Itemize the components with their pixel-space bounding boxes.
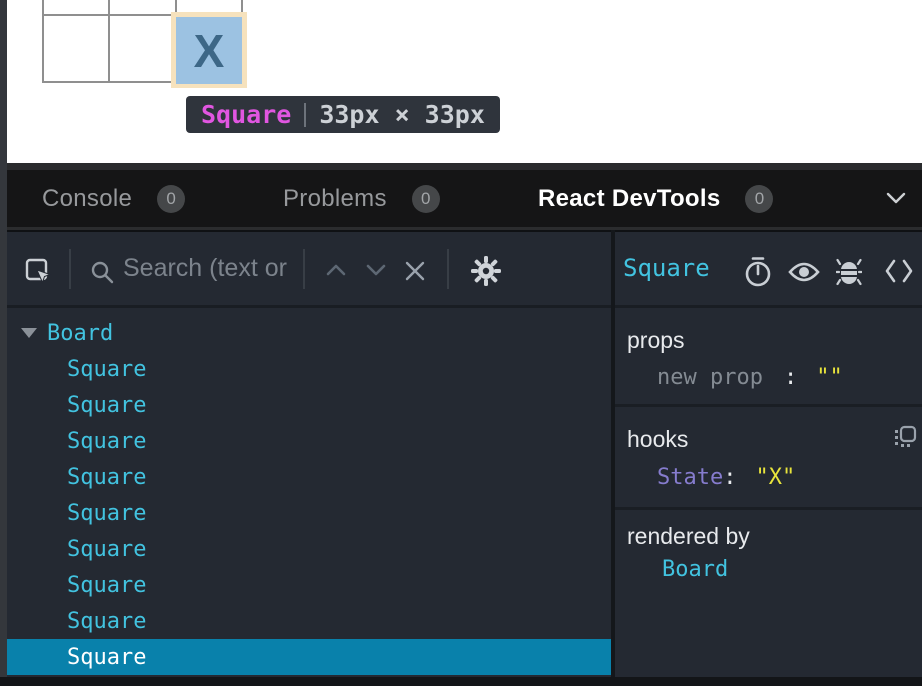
tree-row[interactable]: Square (7, 387, 611, 423)
rendered-by-row[interactable]: Board (662, 557, 728, 582)
problems-count-badge: 0 (412, 185, 440, 213)
tree-row[interactable]: Square (7, 531, 611, 567)
rendered-by-owner[interactable]: Board (662, 557, 728, 582)
debug-bug-icon[interactable] (836, 255, 862, 287)
section-divider (615, 507, 922, 510)
view-source-code-icon[interactable] (884, 258, 914, 284)
tree-row-label: Square (67, 393, 146, 418)
tree-row[interactable]: Board (7, 315, 611, 351)
hooks-section-header: hooks (627, 426, 688, 453)
profiler-stopwatch-icon[interactable] (743, 256, 773, 288)
search-input[interactable]: Search (text or (123, 254, 287, 283)
toolbar-divider (447, 249, 449, 289)
previous-match-chevron-up-icon[interactable] (325, 263, 347, 277)
tree-row[interactable]: Square (7, 603, 611, 639)
component-tree: Board Square Square Square Square Square… (7, 315, 611, 675)
react-devtools-count-badge: 0 (745, 185, 773, 213)
window-bottom-edge (0, 677, 922, 686)
clear-search-x-icon[interactable] (403, 259, 427, 283)
tooltip-dimensions: 33px × 33px (319, 100, 485, 129)
tree-row-label: Square (67, 429, 146, 454)
panel-vertical-divider[interactable] (611, 230, 615, 677)
inspect-eye-icon[interactable] (788, 260, 820, 284)
tree-row[interactable]: Square (7, 423, 611, 459)
tree-row-label: Square (67, 573, 146, 598)
tab-react-devtools[interactable]: React DevTools 0 (538, 170, 773, 227)
board-gridline (108, 0, 110, 82)
square-cell-highlighted[interactable]: X (176, 17, 242, 84)
search-icon (90, 260, 115, 285)
tab-problems[interactable]: Problems 0 (283, 170, 440, 227)
prop-value[interactable]: "" (816, 365, 843, 390)
toolbar-divider (69, 249, 71, 289)
devtools-tab-bar: Console 0 Problems 0 React DevTools 0 (0, 170, 922, 227)
parse-hook-names-icon[interactable] (893, 425, 917, 449)
window-left-edge (0, 0, 7, 686)
inspect-element-icon[interactable] (25, 258, 52, 285)
tree-row-label: Board (47, 321, 113, 346)
tree-row[interactable]: Square (7, 459, 611, 495)
chevron-down-icon[interactable] (885, 191, 907, 205)
rendered-by-section-header: rendered by (627, 523, 750, 550)
tooltip-component-name: Square (201, 100, 291, 129)
tree-row-label: Square (67, 465, 146, 490)
tree-row-label: Square (67, 501, 146, 526)
settings-gear-icon[interactable] (470, 255, 502, 287)
inspect-tooltip: Square 33px × 33px (186, 96, 500, 133)
prop-key[interactable]: new prop (657, 365, 763, 390)
toolbar-divider (303, 249, 305, 289)
app-page-area: X Square 33px × 33px (7, 0, 922, 163)
hooks-state-row[interactable]: State:"X" (657, 465, 795, 490)
tree-row-label: Square (67, 357, 146, 382)
console-count-badge: 0 (157, 185, 185, 213)
props-section-header: props (627, 327, 685, 354)
tree-row[interactable]: Square (7, 639, 611, 675)
props-row[interactable]: new prop:"" (657, 365, 843, 390)
expand-triangle-icon[interactable] (21, 328, 37, 338)
tree-row[interactable]: Square (7, 351, 611, 387)
tooltip-separator (304, 103, 306, 127)
next-match-chevron-down-icon[interactable] (365, 263, 387, 277)
devtools-toolbar: Search (text or (7, 232, 922, 308)
selected-component-name: Square (623, 254, 710, 282)
tree-row-label: Square (67, 537, 146, 562)
tree-row-label: Square (67, 609, 146, 634)
tree-row-label: Square (67, 645, 146, 670)
devtools-top-edge (0, 163, 922, 170)
cell-x-mark: X (194, 24, 225, 78)
hook-value[interactable]: "X" (755, 465, 795, 490)
inspector-panel: props new prop:"" hooks State:"X" render… (615, 311, 922, 677)
tab-console[interactable]: Console 0 (42, 170, 185, 227)
section-divider (615, 404, 922, 407)
tree-row[interactable]: Square (7, 567, 611, 603)
tree-row[interactable]: Square (7, 495, 611, 531)
hook-name[interactable]: State (657, 465, 723, 490)
board-gridline (42, 0, 44, 82)
